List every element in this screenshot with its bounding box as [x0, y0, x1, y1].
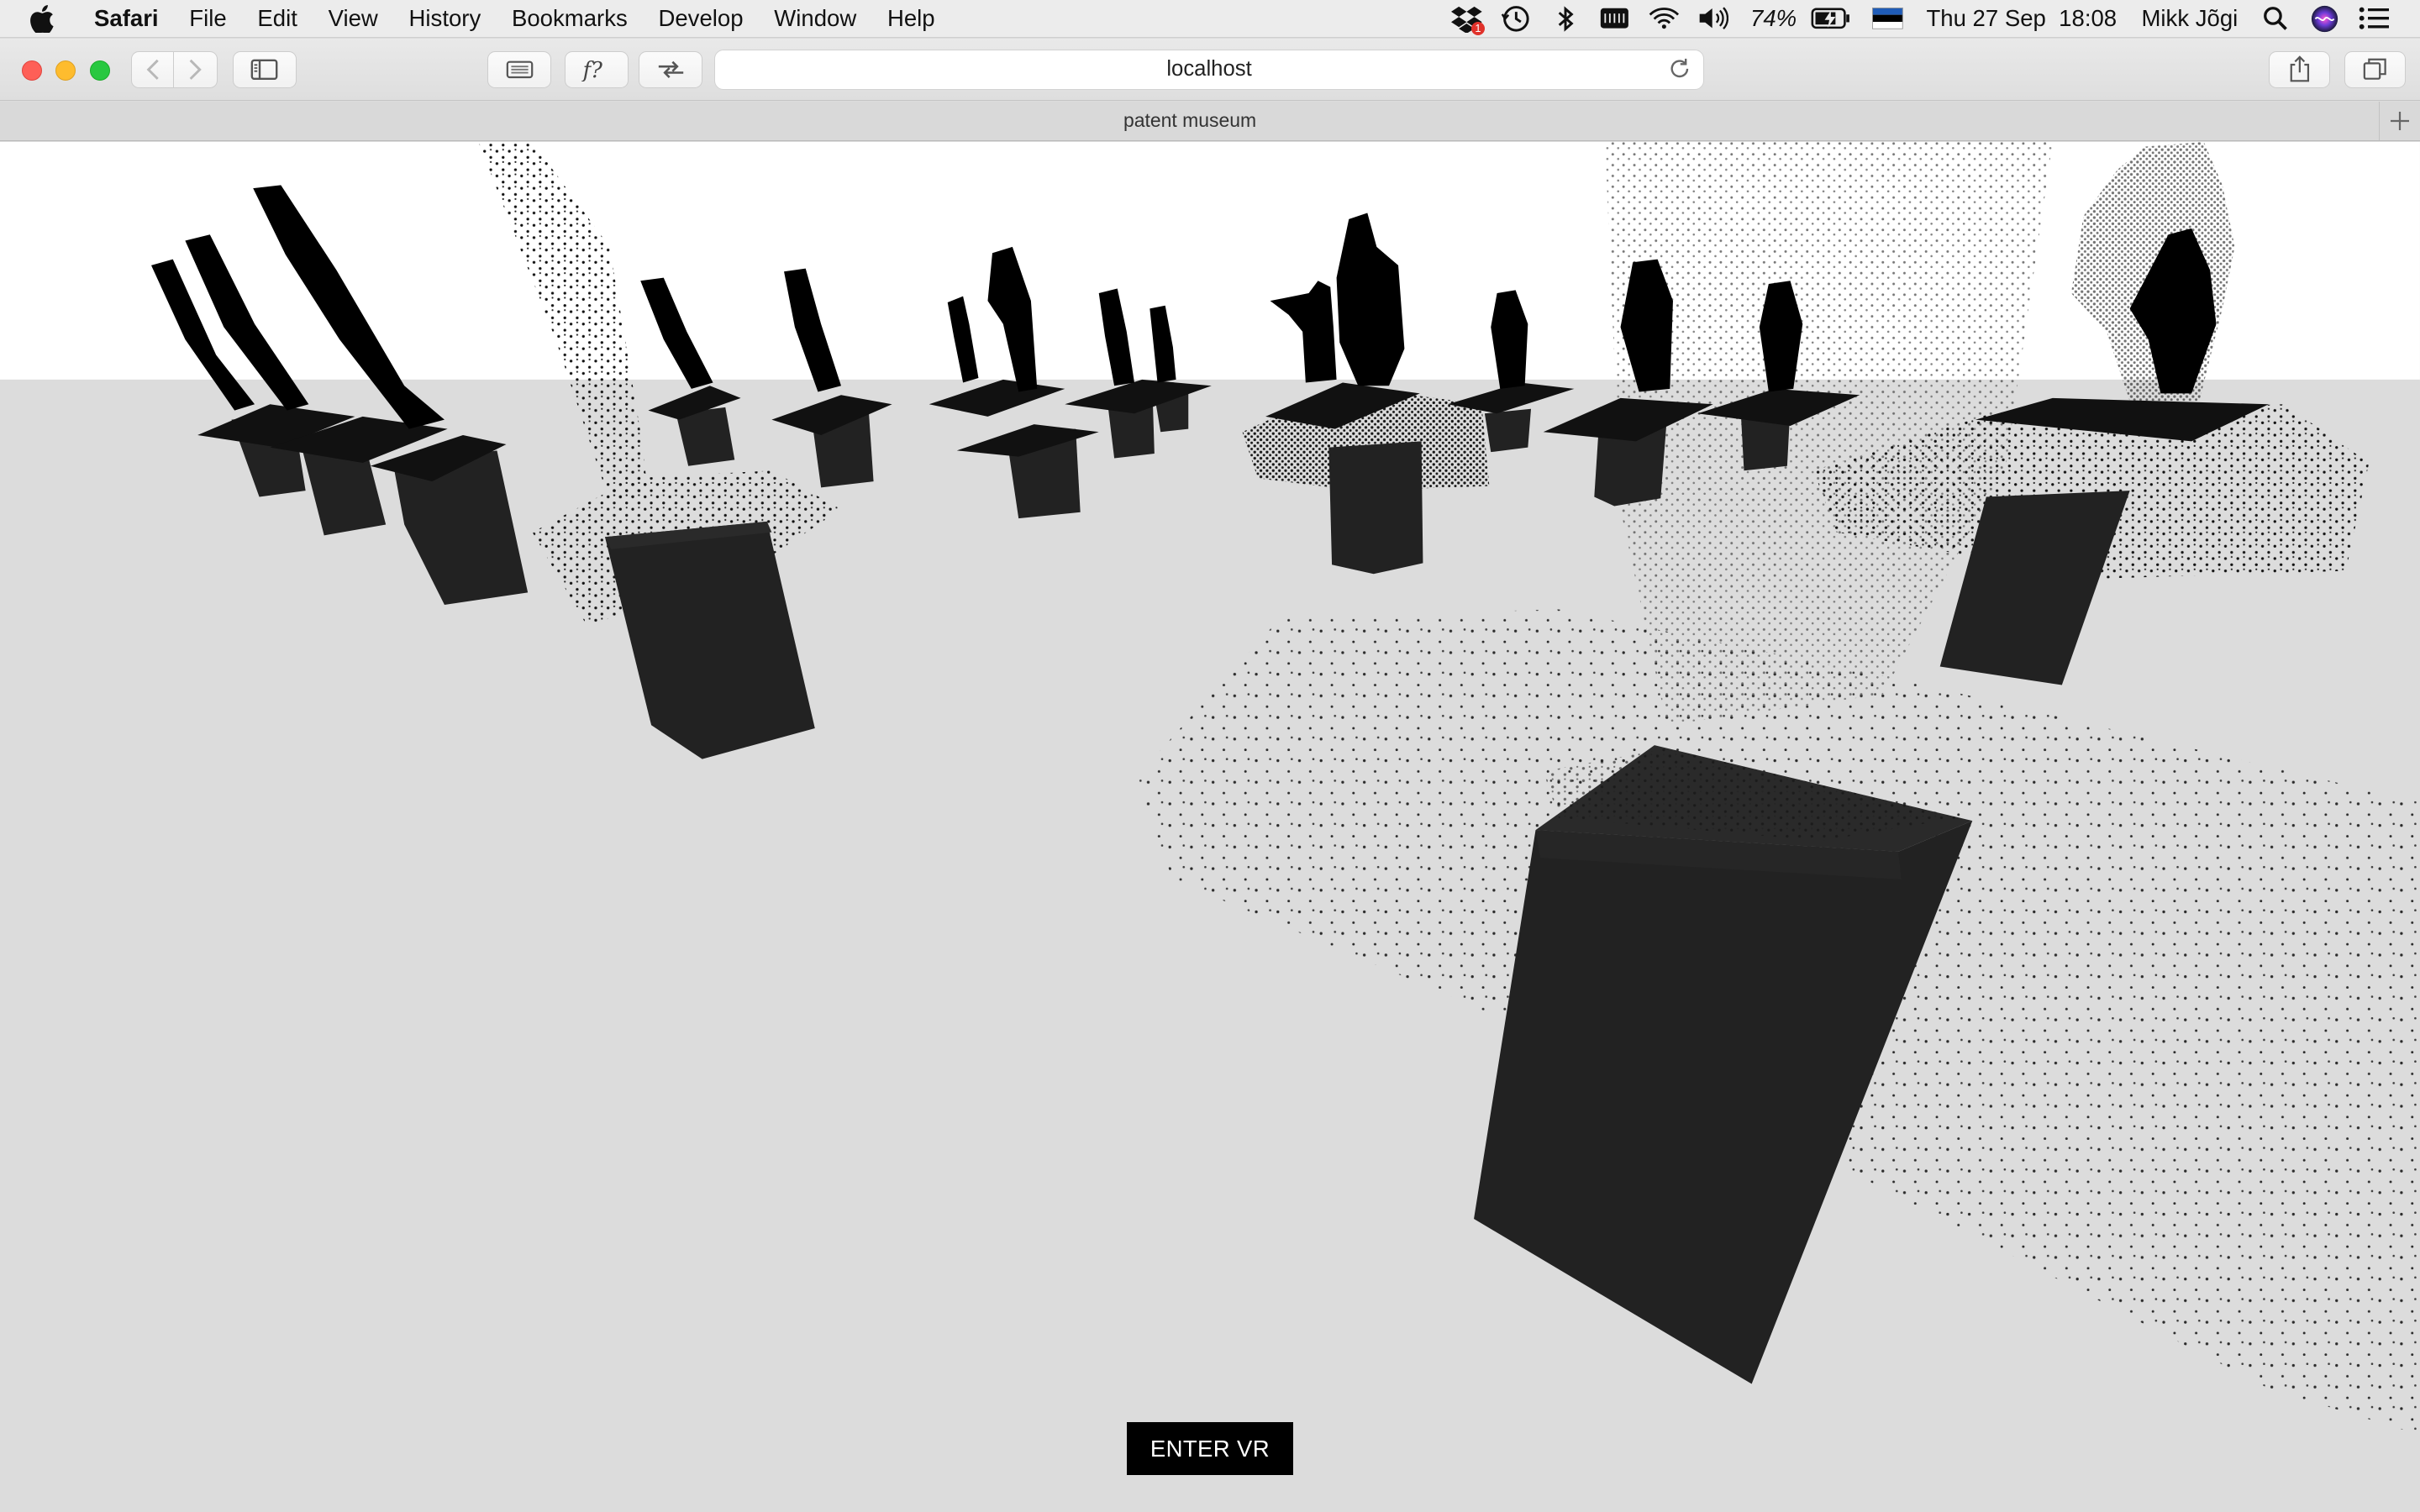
menu-view[interactable]: View — [313, 0, 393, 37]
bluetooth-icon[interactable] — [1549, 3, 1581, 34]
address-bar[interactable]: localhost — [714, 49, 1704, 90]
menu-help[interactable]: Help — [872, 0, 950, 37]
menu-history[interactable]: History — [393, 0, 496, 37]
menu-edit[interactable]: Edit — [242, 0, 313, 37]
svg-text:f?: f? — [581, 58, 602, 82]
wifi-icon[interactable] — [1649, 3, 1680, 34]
formula-extension-button[interactable]: f? — [565, 50, 629, 88]
share-button[interactable] — [2268, 50, 2331, 88]
spotlight-icon[interactable] — [2260, 3, 2291, 34]
back-button[interactable] — [131, 50, 175, 88]
tabs-overview-button[interactable] — [2344, 50, 2407, 88]
formula-icon: f? — [581, 58, 602, 82]
volume-icon[interactable] — [1698, 3, 1729, 34]
menu-file[interactable]: File — [174, 0, 242, 37]
share-icon — [2290, 55, 2309, 82]
siri-icon[interactable] — [2309, 3, 2340, 34]
reader-button[interactable] — [487, 50, 551, 88]
new-tab-button[interactable] — [2379, 102, 2420, 141]
tab-patent-museum[interactable]: patent museum — [0, 102, 2380, 140]
battery-percent[interactable]: 74% — [1750, 5, 1797, 32]
close-window-button[interactable] — [21, 60, 42, 81]
flag-icon[interactable] — [1870, 3, 1904, 34]
dropbox-icon[interactable]: 1 — [1450, 3, 1486, 36]
responsive-extension-button[interactable] — [639, 50, 702, 88]
menu-app-name[interactable]: Safari — [85, 0, 174, 37]
reader-icon — [506, 60, 533, 78]
menubar: Safari File Edit View History Bookmarks … — [0, 0, 2420, 39]
reload-icon[interactable] — [1669, 58, 1691, 86]
keyboard-icon[interactable] — [1599, 3, 1630, 34]
tabs-overview-icon — [2363, 58, 2386, 80]
menubar-status-area: 1 74% Thu 27 Sep 18:08 Mikk Jõgi — [1442, 0, 2420, 37]
enter-vr-button[interactable]: ENTER VR — [1126, 1422, 1294, 1475]
dropbox-badge: 1 — [1470, 21, 1486, 36]
address-bar-text: localhost — [1166, 57, 1252, 81]
minimize-window-button[interactable] — [55, 60, 76, 81]
sidebar-toggle-button[interactable] — [233, 50, 297, 88]
user-name[interactable]: Mikk Jõgi — [2141, 5, 2238, 32]
zoom-window-button[interactable] — [89, 60, 110, 81]
forward-icon — [189, 59, 202, 80]
menubar-left: Safari File Edit View History Bookmarks … — [0, 0, 950, 37]
forward-button[interactable] — [172, 50, 218, 88]
menu-develop[interactable]: Develop — [643, 0, 759, 37]
clock[interactable]: Thu 27 Sep 18:08 — [1926, 5, 2117, 32]
browser-toolbar: f? localhost — [0, 38, 2420, 102]
tab-bar: patent museum — [0, 102, 2420, 142]
time-machine-icon[interactable] — [1501, 3, 1532, 34]
battery-icon[interactable] — [1809, 3, 1852, 34]
new-tab-icon — [2391, 112, 2410, 131]
webgl-scene-canvas[interactable] — [0, 141, 2420, 1512]
sidebar-icon — [251, 59, 278, 80]
menu-bookmarks[interactable]: Bookmarks — [497, 0, 644, 37]
back-icon — [146, 59, 159, 80]
responsive-icon — [658, 60, 683, 78]
apple-icon[interactable] — [29, 4, 63, 33]
menu-window[interactable]: Window — [759, 0, 872, 37]
notification-center-icon[interactable] — [2359, 3, 2390, 34]
